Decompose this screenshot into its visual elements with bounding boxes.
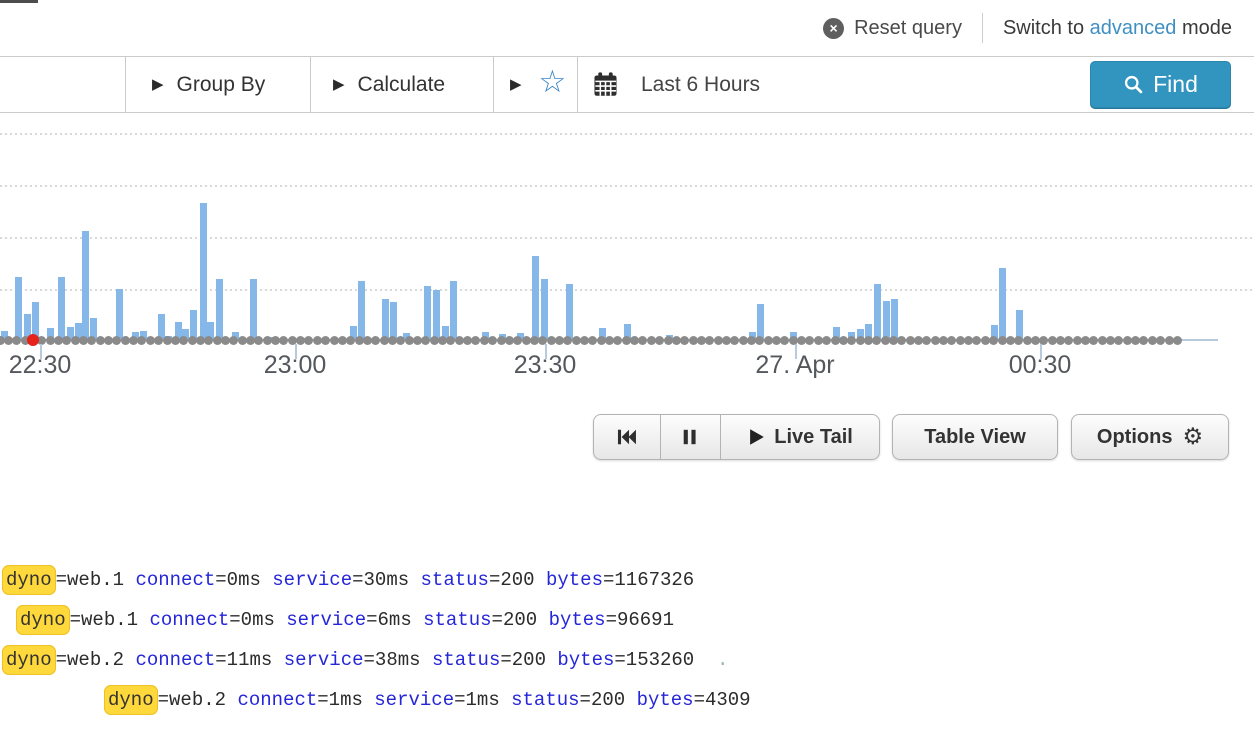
log-field-key[interactable]: status <box>421 569 489 591</box>
highlighted-field[interactable]: dyno <box>2 565 56 595</box>
log-text: =200 <box>500 649 557 671</box>
log-text: =4309 <box>694 689 751 711</box>
log-line: dyno=web.2 connect=11ms service=38ms sta… <box>2 644 728 676</box>
log-field-key[interactable]: status <box>511 689 579 711</box>
log-text: =web.2 <box>158 689 238 711</box>
log-text: =153260 <box>614 649 694 671</box>
log-text: =1ms <box>317 689 374 711</box>
log-text: =1167326 <box>603 569 694 591</box>
log-field-key[interactable]: connect <box>135 569 215 591</box>
log-text: =web.2 <box>56 649 136 671</box>
log-line: dyno=web.1 connect=0ms service=30ms stat… <box>2 564 694 596</box>
log-field-key[interactable]: bytes <box>549 609 606 631</box>
log-text: =30ms <box>352 569 420 591</box>
log-text: =200 <box>580 689 637 711</box>
log-line: dyno=web.1 connect=0ms service=6ms statu… <box>16 604 674 636</box>
highlighted-field[interactable]: dyno <box>2 645 56 675</box>
log-text: =6ms <box>366 609 423 631</box>
log-text: =200 <box>489 569 546 591</box>
log-line: dyno=web.2 connect=1ms service=1ms statu… <box>104 684 751 716</box>
log-field-key[interactable]: status <box>432 649 500 671</box>
log-search-app: × Reset query Switch to advanced mode ▶ … <box>0 0 1254 731</box>
log-text: =web.1 <box>70 609 150 631</box>
log-field-key[interactable]: status <box>423 609 491 631</box>
log-text: =0ms <box>215 569 272 591</box>
faint-mark: . <box>694 649 728 671</box>
log-field-key[interactable]: connect <box>135 649 215 671</box>
log-field-key[interactable]: bytes <box>637 689 694 711</box>
highlighted-field[interactable]: dyno <box>16 605 70 635</box>
log-field-key[interactable]: service <box>272 569 352 591</box>
log-field-key[interactable]: service <box>286 609 366 631</box>
log-results: dyno=web.1 connect=0ms service=30ms stat… <box>0 0 1254 731</box>
highlighted-field[interactable]: dyno <box>104 685 158 715</box>
log-text: =1ms <box>454 689 511 711</box>
log-text: =0ms <box>229 609 286 631</box>
log-field-key[interactable]: connect <box>149 609 229 631</box>
log-text: =web.1 <box>56 569 136 591</box>
log-text: =200 <box>492 609 549 631</box>
log-text: =96691 <box>606 609 674 631</box>
log-field-key[interactable]: service <box>284 649 364 671</box>
log-text: =11ms <box>215 649 283 671</box>
log-text: =38ms <box>364 649 432 671</box>
log-field-key[interactable]: bytes <box>557 649 614 671</box>
log-field-key[interactable]: service <box>374 689 454 711</box>
log-field-key[interactable]: bytes <box>546 569 603 591</box>
log-field-key[interactable]: connect <box>237 689 317 711</box>
